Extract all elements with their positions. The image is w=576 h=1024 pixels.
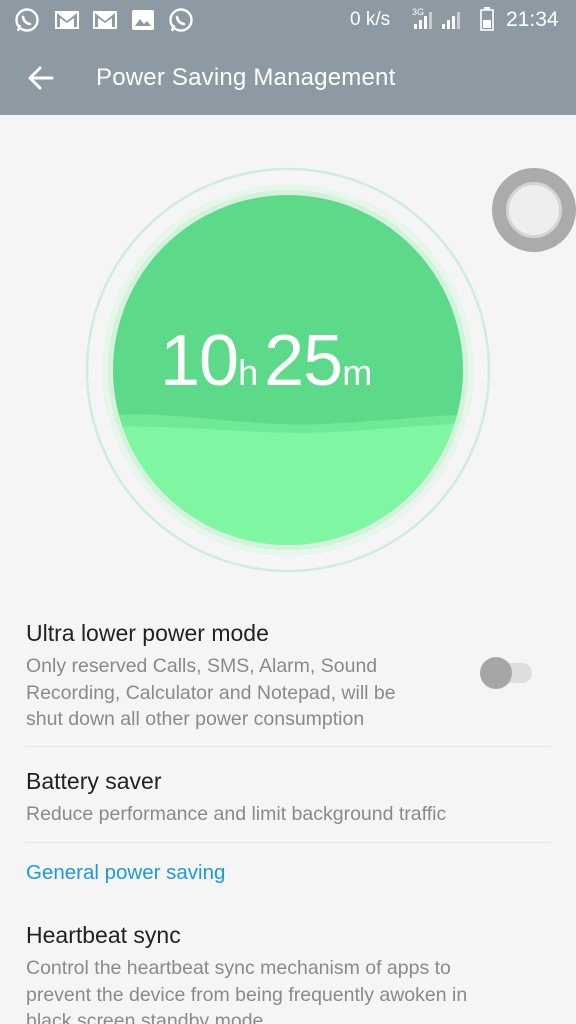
ultra-low-power-item[interactable]: Ultra lower power mode Only reserved Cal…	[26, 620, 476, 733]
status-bar: 0 k/s 3G 21:34	[0, 0, 576, 40]
signal-icon: 3G	[412, 7, 460, 29]
network-type: 3G	[412, 7, 424, 17]
image-icon	[132, 10, 154, 30]
ultra-low-power-desc-line: shut down all other power consumption	[26, 708, 365, 730]
battery-saver-title: Battery saver	[26, 768, 162, 794]
minutes-unit: m	[342, 352, 373, 393]
divider	[26, 842, 550, 843]
heartbeat-sync-desc-line: black screen standby mode	[26, 1010, 264, 1024]
gmail-icon	[93, 11, 117, 29]
battery-time-remaining: 10h25m	[160, 320, 416, 401]
heartbeat-sync-desc-line: prevent the device from being frequently…	[26, 983, 468, 1006]
ultra-low-power-toggle[interactable]	[480, 656, 534, 690]
clock: 21:34	[506, 8, 559, 31]
divider	[26, 746, 550, 747]
heartbeat-sync-desc: Control the heartbeat sync mechanism of …	[26, 955, 550, 1024]
hours-unit: h	[238, 352, 259, 393]
whatsapp-icon	[15, 8, 39, 32]
heartbeat-sync-item[interactable]: Heartbeat sync Control the heartbeat syn…	[26, 922, 550, 1024]
net-speed: 0 k/s	[350, 9, 391, 30]
ultra-low-power-desc-line: Recording, Calculator and Notepad, will …	[26, 681, 396, 704]
ultra-low-power-title: Ultra lower power mode	[26, 620, 269, 646]
battery-icon	[480, 7, 494, 31]
section-header-general: General power saving	[26, 861, 226, 884]
ultra-low-power-desc: Only reserved Calls, SMS, Alarm, Sound R…	[26, 653, 476, 733]
app-bar: Power Saving Management	[0, 40, 576, 115]
floating-assist-button[interactable]	[492, 168, 576, 252]
floating-button-inner	[506, 182, 562, 238]
battery-saver-desc: Reduce performance and limit background …	[26, 803, 447, 825]
minutes-value: 25	[264, 321, 343, 401]
ultra-low-power-desc-line: Only reserved Calls, SMS, Alarm, Sound	[26, 655, 378, 677]
heartbeat-sync-title: Heartbeat sync	[26, 922, 181, 948]
toggle-knob	[480, 657, 512, 689]
battery-saver-item[interactable]: Battery saver Reduce performance and lim…	[26, 768, 550, 828]
arrow-back-icon[interactable]	[22, 58, 62, 98]
page-title: Power Saving Management	[96, 64, 396, 91]
gmail-icon	[55, 11, 79, 29]
heartbeat-sync-desc-line: Control the heartbeat sync mechanism of …	[26, 957, 451, 979]
whatsapp-icon	[169, 8, 193, 32]
hours-value: 10	[160, 321, 239, 401]
